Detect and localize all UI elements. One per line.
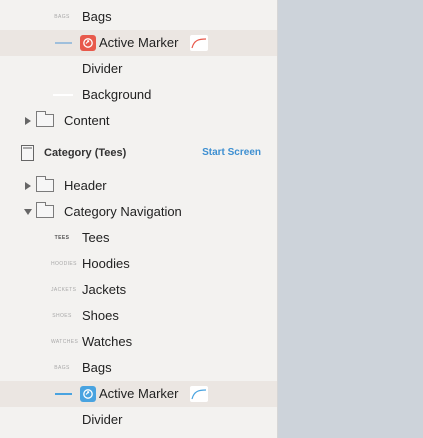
text-thumbnail: HOODIES <box>51 261 77 267</box>
canvas-area[interactable] <box>278 0 423 438</box>
layer-label: Divider <box>82 412 123 427</box>
layer-label: Active Marker <box>99 386 179 401</box>
layer-row-bags[interactable]: BAGS Bags <box>0 355 277 381</box>
layer-row-jackets[interactable]: JACKETS Jackets <box>0 277 277 303</box>
shape-layer-icon <box>53 94 73 96</box>
disclosure-arrow-icon[interactable] <box>25 117 31 125</box>
disclosure-arrow-icon[interactable] <box>24 209 32 215</box>
layer-row-header[interactable]: Header <box>0 173 277 199</box>
text-thumbnail: SHOES <box>52 313 72 319</box>
layer-row-tees[interactable]: TEES Tees <box>0 225 277 251</box>
text-thumbnail: WATCHES <box>51 339 79 345</box>
layer-label: Bags <box>82 9 112 24</box>
layer-row-bags[interactable]: BAGS Bags <box>0 4 277 30</box>
layer-row-watches[interactable]: WATCHES Watches <box>0 329 277 355</box>
start-screen-button[interactable]: Start Screen <box>202 140 261 166</box>
layers-panel: BAGS Bags Active Marker Divider Backgrou… <box>0 0 277 438</box>
layer-label: Hoodies <box>82 256 130 271</box>
symbol-icon <box>80 35 96 51</box>
layer-label: Header <box>64 178 107 193</box>
curve-icon <box>190 386 208 402</box>
layer-label: Active Marker <box>99 35 179 50</box>
artboard-title: Category (Tees) <box>44 147 127 159</box>
layer-label: Watches <box>82 334 133 349</box>
folder-icon <box>36 202 54 218</box>
text-thumbnail: BAGS <box>54 14 70 20</box>
layer-row-active-marker[interactable]: Active Marker <box>0 30 277 56</box>
layer-row-background[interactable]: Background <box>0 82 277 108</box>
layer-label: Background <box>82 87 152 102</box>
layer-row-active-marker[interactable]: Active Marker <box>0 381 277 407</box>
layer-row-shoes[interactable]: SHOES Shoes <box>0 303 277 329</box>
symbol-icon <box>80 386 96 402</box>
layer-row-category-navigation[interactable]: Category Navigation <box>0 199 277 225</box>
folder-icon <box>36 176 54 192</box>
layer-row-divider[interactable]: Divider <box>0 56 277 82</box>
artboard-icon <box>21 145 34 161</box>
layer-row-divider[interactable]: Divider <box>0 407 277 433</box>
artboard-row[interactable]: Category (Tees) Start Screen <box>0 140 277 166</box>
layer-label: Shoes <box>82 308 119 323</box>
layer-label: Jackets <box>82 282 127 297</box>
layer-row-content[interactable]: Content <box>0 108 277 134</box>
layer-label: Bags <box>82 360 112 375</box>
layer-row-hoodies[interactable]: HOODIES Hoodies <box>0 251 277 277</box>
folder-icon <box>36 111 54 127</box>
layer-label: Category Navigation <box>64 204 182 219</box>
curve-icon <box>190 35 208 51</box>
disclosure-arrow-icon[interactable] <box>25 182 31 190</box>
layer-label: Divider <box>82 61 123 76</box>
line-layer-icon <box>55 393 72 395</box>
text-thumbnail: BAGS <box>54 365 70 371</box>
layer-label: Tees <box>82 230 110 245</box>
line-layer-icon <box>55 42 72 44</box>
text-thumbnail: TEES <box>54 235 70 241</box>
text-thumbnail: JACKETS <box>51 287 77 293</box>
layer-label: Content <box>64 113 110 128</box>
